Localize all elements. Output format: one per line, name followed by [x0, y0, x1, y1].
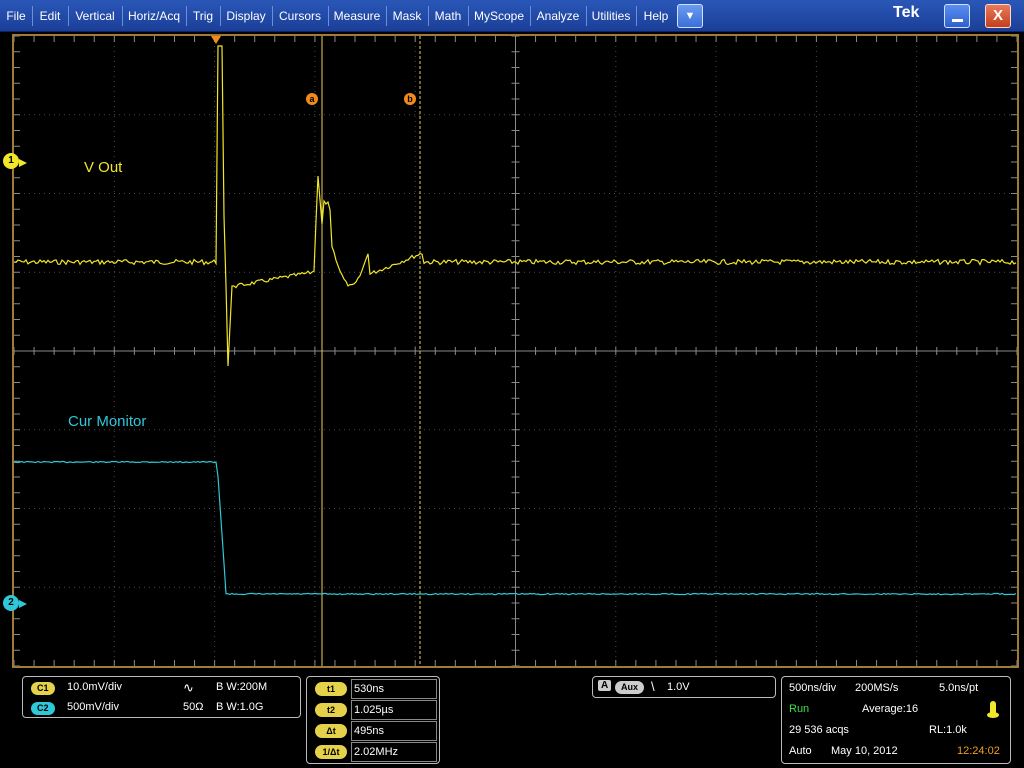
delta-t-value: 495ns [351, 721, 437, 741]
minimize-button[interactable] [944, 4, 970, 28]
ch1-trace-label: V Out [84, 159, 123, 176]
ch2-ground-marker[interactable]: 2 [3, 595, 19, 611]
c1-badge[interactable]: C1 [31, 682, 55, 695]
minimize-icon [952, 19, 963, 22]
c2-impedance: 50Ω [183, 701, 204, 713]
ch2-marker-arrow-icon [19, 600, 27, 608]
t1-value: 530ns [351, 679, 437, 699]
t2-value: 1.025µs [351, 700, 437, 720]
ch1-marker-arrow-icon [19, 159, 27, 167]
falling-edge-icon: \ [651, 679, 655, 694]
resolution: 5.0ns/pt [939, 682, 979, 694]
tek-logo: Tek [893, 4, 920, 21]
menu-separator [586, 6, 587, 26]
trigger-a-badge: A [598, 680, 612, 691]
menu-measure[interactable]: Measure [332, 0, 382, 32]
menu-trig[interactable]: Trig [190, 0, 216, 32]
c2-bandwidth: B W:1.0G [216, 701, 264, 713]
ch1-ground-marker[interactable]: 1 [3, 153, 19, 169]
t1-badge: t1 [315, 682, 347, 696]
menu-separator [636, 6, 637, 26]
menu-cursors[interactable]: Cursors [276, 0, 324, 32]
menu-separator [68, 6, 69, 26]
chevron-down-icon: ▼ [684, 10, 696, 22]
inverse-delta-t-value: 2.02MHz [351, 742, 437, 762]
clock: 12:24:02 [957, 745, 1000, 757]
cursor-b-tag[interactable]: b [404, 93, 416, 105]
delta-t-badge: Δt [315, 724, 347, 738]
menu-utilities[interactable]: Utilities [590, 0, 632, 32]
menu-help[interactable]: Help [640, 0, 672, 32]
acquisition-count: 29 536 acqs [789, 724, 849, 736]
menu-separator [186, 6, 187, 26]
menu-math[interactable]: Math [432, 0, 464, 32]
sample-rate: 200MS/s [855, 682, 899, 694]
menu-bar: File Edit Vertical Horiz/Acq Trig Displa… [0, 0, 1024, 32]
oscilloscope-app: File Edit Vertical Horiz/Acq Trig Displa… [0, 0, 1024, 768]
menu-separator [220, 6, 221, 26]
c1-row[interactable]: C1 [31, 682, 55, 695]
c1-scale: 10.0mV/div [67, 681, 123, 693]
cursor-readout-panel[interactable]: t1 530ns t2 1.025µs Δt 495ns 1/Δt 2.02MH… [306, 676, 440, 764]
menu-analyze[interactable]: Analyze [534, 0, 582, 32]
trigger-position-marker [211, 36, 221, 44]
menu-dropdown-button[interactable]: ▼ [677, 4, 703, 28]
c2-badge[interactable]: C2 [31, 702, 55, 715]
menu-display[interactable]: Display [224, 0, 268, 32]
menu-horiz-acq[interactable]: Horiz/Acq [126, 0, 182, 32]
menu-edit[interactable]: Edit [36, 0, 64, 32]
c1-bandwidth: B W:200M [216, 681, 268, 693]
trigger-readout-panel[interactable]: A Aux \ 1.0V [592, 676, 776, 698]
timebase: 500ns/div [789, 682, 837, 694]
channel-readout-panel[interactable]: C1 10.0mV/div ∿ B W:200M C2 500mV/div 50… [22, 676, 301, 718]
trigger-mode: Auto [789, 745, 812, 757]
menu-vertical[interactable]: Vertical [72, 0, 118, 32]
cursor-a-tag[interactable]: a [306, 93, 318, 105]
close-button[interactable]: X [985, 4, 1011, 28]
ac-coupling-icon: ∿ [183, 680, 194, 695]
menu-mask[interactable]: Mask [390, 0, 424, 32]
record-length: RL:1.0k [929, 724, 967, 736]
acquisition-panel[interactable]: 500ns/div 200MS/s 5.0ns/pt Run Average:1… [781, 676, 1011, 764]
menu-separator [428, 6, 429, 26]
c2-row[interactable]: C2 [31, 702, 55, 715]
menu-separator [468, 6, 469, 26]
c2-scale: 500mV/div [67, 701, 119, 713]
menu-file[interactable]: File [4, 0, 28, 32]
graticule-grid [14, 36, 1017, 666]
date: May 10, 2012 [831, 745, 898, 757]
ch2-trace-label: Cur Monitor [68, 413, 147, 430]
trigger-source-badge: Aux [615, 681, 645, 694]
menu-separator [122, 6, 123, 26]
waveform-display[interactable] [14, 36, 1017, 666]
menu-separator [386, 6, 387, 26]
menu-separator [32, 6, 33, 26]
menu-separator [272, 6, 273, 26]
thermometer-bulb-icon [987, 712, 999, 718]
menu-separator [328, 6, 329, 26]
menu-myscope[interactable]: MyScope [472, 0, 526, 32]
menu-separator [530, 6, 531, 26]
acquisition-mode: Average:16 [862, 703, 919, 715]
inverse-delta-t-badge: 1/Δt [315, 745, 347, 759]
run-state[interactable]: Run [789, 703, 809, 715]
t2-badge: t2 [315, 703, 347, 717]
trigger-level: 1.0V [667, 681, 690, 693]
